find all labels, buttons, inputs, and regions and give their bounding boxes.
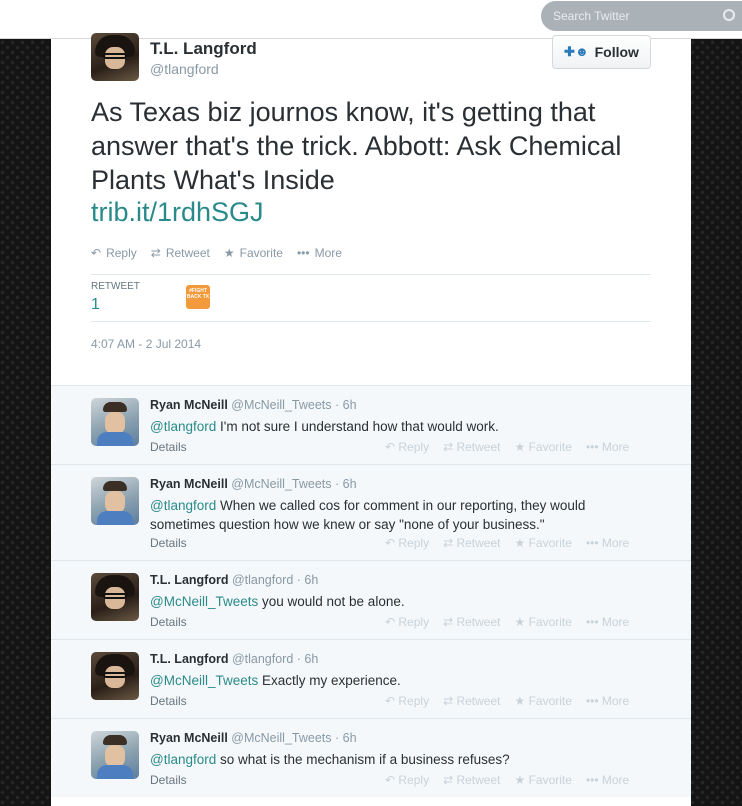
more-action[interactable]: ••• More (586, 536, 629, 550)
favorite-action[interactable]: ★ Favorite (515, 773, 572, 787)
divider (91, 321, 651, 322)
search-input[interactable]: Search Twitter (541, 1, 742, 31)
reply-actions: ↶ Reply ⇄ Retweet ★ Favorite ••• More (385, 773, 629, 787)
main-tweet: T.L. Langford @tlangford ✚☻ Follow As Te… (51, 33, 691, 385)
reply-action[interactable]: ↶ Reply (385, 694, 429, 708)
reply-meta: @McNeill_Tweets · 6h (231, 398, 357, 412)
reply-actions: ↶ Reply ⇄ Retweet ★ Favorite ••• More (385, 694, 629, 708)
reply-actions: ↶ Reply ⇄ Retweet ★ Favorite ••• More (385, 440, 629, 454)
reply-actions: ↶ Reply ⇄ Retweet ★ Favorite ••• More (385, 536, 629, 550)
details-link[interactable]: Details (150, 440, 187, 454)
retweet-action[interactable]: ⇄ Retweet (443, 615, 500, 629)
favorite-action[interactable]: ★ Favorite (515, 694, 572, 708)
reply-avatar[interactable] (91, 398, 139, 446)
reply-author-name[interactable]: Ryan McNeill (150, 731, 228, 745)
reply-text: @tlangford I'm not sure I understand how… (150, 419, 499, 434)
reply-text: @tlangford so what is the mechanism if a… (150, 752, 510, 767)
add-user-icon: ✚☻ (564, 44, 589, 59)
retweet-action[interactable]: ⇄ Retweet (443, 773, 500, 787)
author-avatar[interactable] (91, 33, 139, 81)
tweet-timestamp: 4:07 AM - 2 Jul 2014 (91, 337, 202, 351)
reply-item[interactable]: Ryan McNeill @McNeill_Tweets · 6h @tlang… (51, 718, 691, 797)
reply-avatar[interactable] (91, 573, 139, 621)
replies-list: Ryan McNeill @McNeill_Tweets · 6h @tlang… (51, 385, 691, 797)
mention-link[interactable]: @tlangford (150, 419, 216, 434)
divider (91, 274, 651, 275)
reply-icon: ↶ (91, 246, 102, 260)
retweet-action[interactable]: ⇄ Retweet (443, 694, 500, 708)
more-icon: ••• (296, 246, 310, 260)
reply-item[interactable]: T.L. Langford @tlangford · 6h @McNeill_T… (51, 639, 691, 718)
reply-meta: @McNeill_Tweets · 6h (231, 731, 357, 745)
reply-item[interactable]: Ryan McNeill @McNeill_Tweets · 6h @tlang… (51, 464, 691, 560)
mention-link[interactable]: @tlangford (150, 752, 216, 767)
retweeter-avatar[interactable]: #FIGHT BACK TX (186, 285, 210, 309)
favorite-action[interactable]: ★ Favorite (224, 246, 283, 260)
reply-action[interactable]: ↶ Reply (91, 246, 137, 260)
follow-button[interactable]: ✚☻ Follow (552, 35, 651, 69)
reply-meta: @tlangford · 6h (231, 652, 319, 666)
reply-author-name[interactable]: T.L. Langford (150, 573, 228, 587)
retweet-action[interactable]: ⇄ Retweet (443, 536, 500, 550)
star-icon: ★ (223, 246, 235, 260)
reply-action[interactable]: ↶ Reply (385, 440, 429, 454)
mention-link[interactable]: @McNeill_Tweets (150, 594, 258, 609)
search-icon[interactable] (723, 9, 735, 21)
retweet-action[interactable]: ⇄ Retweet (151, 246, 210, 260)
retweet-stat-label: RETWEET (91, 281, 140, 292)
tweet-actions: ↶ Reply ⇄ Retweet ★ Favorite ••• More (91, 246, 342, 260)
favorite-action[interactable]: ★ Favorite (515, 615, 572, 629)
favorite-action[interactable]: ★ Favorite (515, 440, 572, 454)
tweet-text: As Texas biz journos know, it's getting … (91, 97, 622, 195)
reply-text: @tlangford When we called cos for commen… (150, 498, 586, 532)
follow-label: Follow (594, 44, 639, 60)
tweet-panel: T.L. Langford @tlangford ✚☻ Follow As Te… (51, 33, 691, 806)
reply-text: @McNeill_Tweets you would not be alone. (150, 594, 405, 609)
mention-link[interactable]: @tlangford (150, 498, 216, 513)
more-action[interactable]: ••• More (586, 440, 629, 454)
reply-action[interactable]: ↶ Reply (385, 536, 429, 550)
mention-link[interactable]: @McNeill_Tweets (150, 673, 258, 688)
retweet-action[interactable]: ⇄ Retweet (443, 440, 500, 454)
more-action[interactable]: ••• More (297, 246, 342, 260)
favorite-action[interactable]: ★ Favorite (515, 536, 572, 550)
reply-avatar[interactable] (91, 477, 139, 525)
reply-author-name[interactable]: Ryan McNeill (150, 477, 228, 491)
more-action[interactable]: ••• More (586, 694, 629, 708)
details-link[interactable]: Details (150, 694, 187, 708)
reply-avatar[interactable] (91, 652, 139, 700)
reply-action[interactable]: ↶ Reply (385, 773, 429, 787)
details-link[interactable]: Details (150, 536, 187, 550)
reply-meta: @McNeill_Tweets · 6h (231, 477, 357, 491)
reply-author-name[interactable]: Ryan McNeill (150, 398, 228, 412)
reply-author-name[interactable]: T.L. Langford (150, 652, 228, 666)
reply-actions: ↶ Reply ⇄ Retweet ★ Favorite ••• More (385, 615, 629, 629)
reply-item[interactable]: T.L. Langford @tlangford · 6h @McNeill_T… (51, 560, 691, 639)
more-action[interactable]: ••• More (586, 773, 629, 787)
tweet-link[interactable]: trib.it/1rdhSGJ (91, 197, 264, 228)
retweet-count[interactable]: 1 (91, 296, 100, 314)
reply-action[interactable]: ↶ Reply (385, 615, 429, 629)
details-link[interactable]: Details (150, 773, 187, 787)
reply-text: @McNeill_Tweets Exactly my experience. (150, 673, 401, 688)
reply-avatar[interactable] (91, 731, 139, 779)
author-name[interactable]: T.L. Langford (150, 39, 257, 59)
reply-item[interactable]: Ryan McNeill @McNeill_Tweets · 6h @tlang… (51, 385, 691, 464)
search-placeholder: Search Twitter (553, 9, 630, 23)
more-action[interactable]: ••• More (586, 615, 629, 629)
author-handle[interactable]: @tlangford (150, 61, 219, 77)
details-link[interactable]: Details (150, 615, 187, 629)
retweet-icon: ⇄ (150, 246, 161, 260)
reply-meta: @tlangford · 6h (231, 573, 319, 587)
